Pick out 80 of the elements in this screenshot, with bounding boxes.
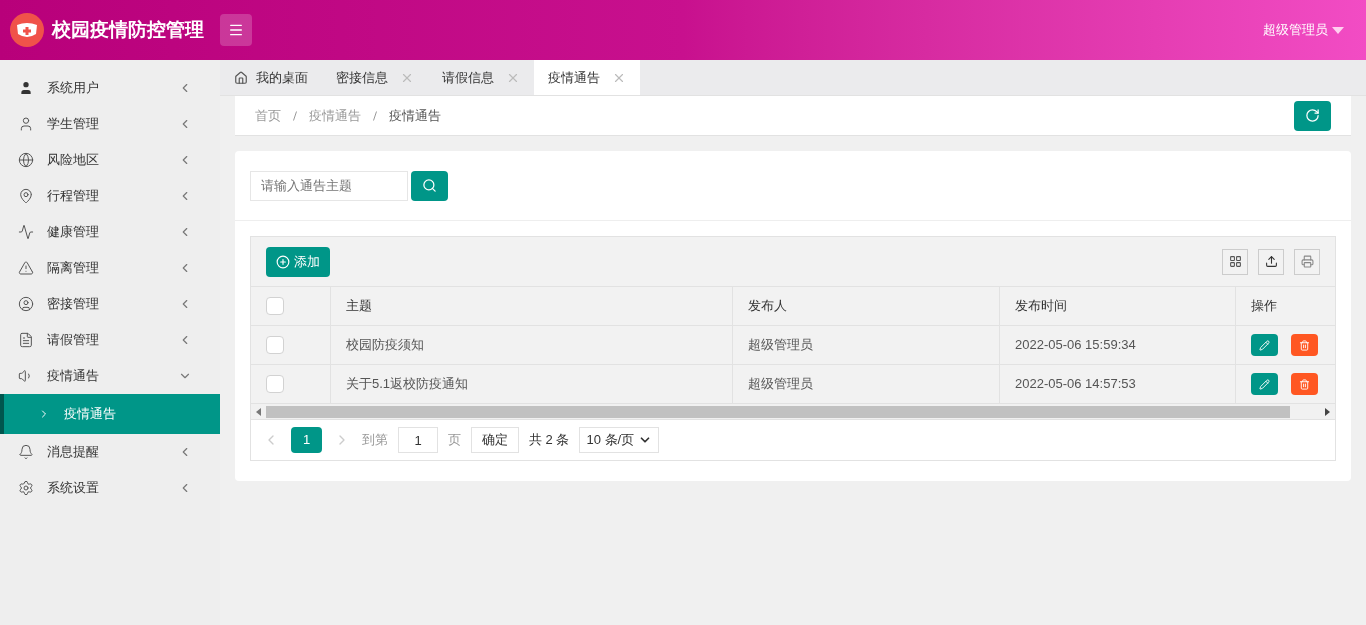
trash-icon [1299, 339, 1310, 351]
document-icon [18, 332, 34, 348]
menu-icon [228, 22, 244, 38]
print-icon [1300, 255, 1314, 268]
sidebar-item[interactable]: 系统用户 [0, 70, 220, 106]
sidebar-item[interactable]: 疫情通告 [0, 358, 220, 394]
column-header: 发布时间 [1015, 297, 1067, 316]
settings-icon [18, 480, 34, 496]
columns-button[interactable] [1222, 248, 1248, 275]
sidebar-item[interactable]: 行程管理 [0, 178, 220, 214]
breadcrumb-link[interactable]: 疫情通告 [389, 105, 441, 126]
table-cell-text: 2022-05-06 15:59:34 [1015, 336, 1136, 355]
search-icon [422, 178, 437, 193]
grid-icon [1228, 255, 1242, 268]
row-checkbox[interactable] [266, 297, 284, 315]
plus-circle-icon [276, 254, 290, 269]
pencil-icon [1259, 339, 1270, 351]
table-cell-text: 超级管理员 [748, 375, 813, 394]
person-icon [18, 116, 34, 132]
delete-button[interactable] [1291, 334, 1318, 356]
row-checkbox[interactable] [266, 336, 284, 354]
page-button[interactable]: 1 [291, 427, 322, 453]
pencil-icon [1259, 378, 1270, 390]
print-button[interactable] [1294, 248, 1320, 275]
goto-label: 到第 [362, 431, 388, 450]
column-header: 发布人 [748, 297, 787, 316]
map-pin-icon [18, 188, 34, 204]
column-header: 主题 [346, 297, 372, 316]
horizontal-scrollbar[interactable] [251, 404, 1335, 420]
refresh-button[interactable] [1294, 100, 1331, 131]
app-title: 校园疫情防控管理 [52, 17, 204, 42]
page-tab[interactable]: 我的桌面 [220, 60, 322, 95]
refresh-icon [1305, 108, 1320, 123]
table-cell-text: 校园防疫须知 [346, 336, 424, 355]
total-count: 共 2 条 [529, 431, 570, 450]
scroll-left-icon[interactable] [256, 407, 261, 416]
home-icon [234, 70, 248, 85]
logo-icon [10, 13, 44, 47]
user-circle-icon [18, 296, 34, 312]
sidebar-item[interactable]: 学生管理 [0, 106, 220, 142]
sidebar-item[interactable]: 系统设置 [0, 470, 220, 506]
table-cell-text: 关于5.1返校防疫通知 [346, 375, 469, 394]
page-tab[interactable]: 密接信息 [322, 60, 428, 95]
scrollbar-thumb[interactable] [266, 405, 1290, 418]
page-size-select[interactable]: 10 条/页 [579, 427, 660, 453]
sidebar-subitem[interactable]: 疫情通告 [0, 394, 220, 434]
row-checkbox[interactable] [266, 375, 284, 393]
globe-icon [18, 152, 34, 168]
export-button[interactable] [1258, 248, 1284, 275]
page-input[interactable]: 1 [398, 427, 438, 453]
sidebar-item[interactable]: 风险地区 [0, 142, 220, 178]
table-cell-text: 2022-05-06 14:57:53 [1015, 375, 1136, 394]
table-cell-text: 超级管理员 [748, 336, 813, 355]
add-button[interactable]: 添加 [266, 246, 330, 277]
upload-icon [1264, 255, 1278, 268]
edit-button[interactable] [1251, 334, 1278, 356]
page-tab[interactable]: 疫情通告 [534, 60, 640, 95]
warning-icon [18, 260, 34, 276]
scroll-right-icon[interactable] [1325, 407, 1330, 416]
slash-separator-icon [373, 110, 377, 121]
edit-button[interactable] [1251, 373, 1278, 395]
search-field[interactable]: 请输入通告主题 [250, 170, 408, 201]
page-tab[interactable]: 请假信息 [428, 60, 534, 95]
sidebar-item[interactable]: 密接管理 [0, 286, 220, 322]
sidebar-item[interactable]: 消息提醒 [0, 434, 220, 470]
trash-icon [1299, 378, 1310, 390]
bell-icon [18, 444, 34, 460]
person-icon [18, 80, 34, 96]
column-header: 操作 [1251, 297, 1277, 316]
slash-separator-icon [293, 110, 297, 121]
sidebar-item[interactable]: 健康管理 [0, 214, 220, 250]
search-button[interactable] [411, 170, 448, 201]
sidebar-item[interactable]: 请假管理 [0, 322, 220, 358]
chart-line-icon [18, 224, 34, 240]
caret-icon [1332, 26, 1344, 34]
menu-toggle-button[interactable] [220, 14, 252, 46]
sidebar-item[interactable]: 隔离管理 [0, 250, 220, 286]
page-unit-label: 页 [448, 431, 461, 450]
delete-button[interactable] [1291, 373, 1318, 395]
confirm-button[interactable]: 确定 [471, 427, 519, 453]
